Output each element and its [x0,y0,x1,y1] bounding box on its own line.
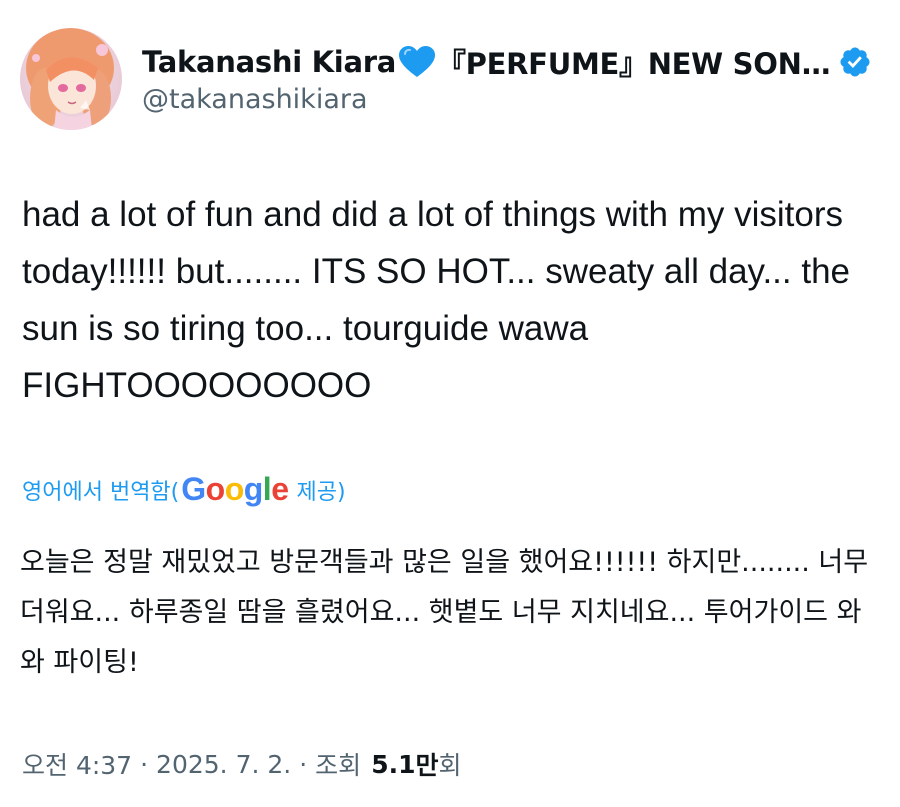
google-letter-g: G [181,470,206,507]
views-unit: 만 [415,751,439,780]
tweet-time[interactable]: 오전 4:37 [22,746,132,782]
translated-tweet-text: 오늘은 정말 재밌었고 방문객들과 많은 일을 했어요!!!!!! 하지만...… [20,547,869,678]
meta-separator: · [140,749,149,779]
author-name-row: Takanashi Kiara 『PERFUME』NEW SON… [142,40,872,84]
views-count[interactable]: 5.1 [371,750,415,779]
google-letter-e: e [271,470,289,507]
translation-attribution-link[interactable]: 영어에서 번역함( Google 제공) [22,468,346,512]
tweet-header: Takanashi Kiara 『PERFUME』NEW SON… @takan… [20,28,880,132]
provided-label: 제공) [296,480,346,505]
google-logo: Google [181,470,289,508]
google-letter-g2: g [243,470,264,507]
views-label: 조회 [315,751,362,780]
blue-heart-icon [398,45,436,79]
google-letter-l: l [262,470,272,507]
verified-badge-icon [838,45,872,79]
author-display-name[interactable]: Takanashi Kiara [142,45,396,79]
google-letter-o2: o [224,470,245,507]
author-name-suffix[interactable]: 『PERFUME』NEW SON… [437,41,831,83]
author-handle[interactable]: @takanashikiara [142,84,368,115]
google-letter-o1: o [205,470,226,507]
tweet-date[interactable]: 2025. 7. 2. [156,750,291,779]
avatar[interactable] [20,28,122,130]
tweet-meta: 오전 4:37 · 2025. 7. 2. · 조회 5.1 만 회 [22,744,462,784]
views-suffix: 회 [438,751,462,780]
meta-separator: · [299,749,308,779]
tweet-text: had a lot of fun and did a lot of things… [22,195,851,405]
translate-label: 영어에서 번역함( [22,480,180,505]
